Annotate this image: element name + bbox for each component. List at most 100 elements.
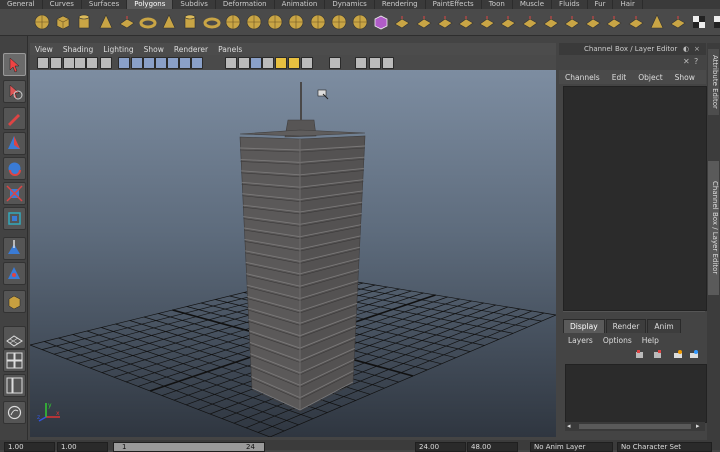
shadows-icon[interactable] xyxy=(288,57,300,69)
gate-mask-icon[interactable] xyxy=(155,57,167,69)
select-tool-icon[interactable] xyxy=(3,53,26,76)
tab-render[interactable]: Render xyxy=(605,319,647,333)
reduce-icon[interactable] xyxy=(393,13,411,31)
split-polygon-icon[interactable] xyxy=(478,13,496,31)
quadrangulate-icon[interactable] xyxy=(669,13,687,31)
poly-sphere-icon[interactable] xyxy=(33,13,51,31)
viewport-menu-panels[interactable]: Panels xyxy=(213,45,247,54)
shelf-tab-fluids[interactable]: Fluids xyxy=(552,0,588,9)
film-gate-icon[interactable] xyxy=(131,57,143,69)
shelf-tab-surfaces[interactable]: Surfaces xyxy=(82,0,128,9)
panel-divider[interactable] xyxy=(563,311,705,318)
append-polygon-icon[interactable] xyxy=(457,13,475,31)
tab-anim[interactable]: Anim xyxy=(647,319,681,333)
fill-hole-icon[interactable] xyxy=(436,13,454,31)
wireframe-icon[interactable] xyxy=(225,57,237,69)
poke-face-icon[interactable] xyxy=(605,13,623,31)
viewport-menu-view[interactable]: View xyxy=(30,45,58,54)
image-plane-icon[interactable] xyxy=(74,57,86,69)
bool-intersection-icon[interactable] xyxy=(351,13,369,31)
end-time-field[interactable]: 48.00 xyxy=(467,442,518,452)
create-empty-layer-icon[interactable] xyxy=(635,350,645,359)
pin-icon[interactable]: ✕ xyxy=(683,57,690,66)
xray-joints-icon[interactable] xyxy=(369,57,381,69)
automatic-mapping-icon[interactable] xyxy=(711,13,720,31)
grease-pencil-icon[interactable] xyxy=(100,57,112,69)
shelf-tab-subdivs[interactable]: Subdivs xyxy=(173,0,216,9)
shelf-tab-muscle[interactable]: Muscle xyxy=(513,0,553,9)
create-anim-layer-icon[interactable] xyxy=(689,350,699,359)
channel-box-menu-channels[interactable]: Channels xyxy=(559,73,606,82)
field-chart-icon[interactable] xyxy=(167,57,179,69)
insert-edge-loop-icon[interactable] xyxy=(499,13,517,31)
safe-title-icon[interactable] xyxy=(191,57,203,69)
viewport-menu-shading[interactable]: Shading xyxy=(58,45,98,54)
lasso-tool-icon[interactable] xyxy=(3,80,26,103)
perspective-viewport[interactable]: xy z xyxy=(30,70,556,437)
layer-menu-layers[interactable]: Layers xyxy=(563,336,598,345)
rotate-tool-icon[interactable] xyxy=(3,157,26,180)
poly-soccer-ball-icon[interactable] xyxy=(224,13,242,31)
create-render-layer-icon[interactable] xyxy=(673,350,683,359)
soft-modification-icon[interactable] xyxy=(3,237,26,260)
merge-vertices-icon[interactable] xyxy=(584,13,602,31)
mirror-geometry-icon[interactable] xyxy=(415,13,433,31)
layer-list-scrollbar[interactable]: ◂ ▸ xyxy=(565,422,705,431)
channel-box-area[interactable] xyxy=(563,86,707,311)
shelf-tab-animation[interactable]: Animation xyxy=(275,0,326,9)
textured-icon[interactable] xyxy=(262,57,274,69)
single-perspective-layout-icon[interactable] xyxy=(3,326,26,349)
range-slider-bar[interactable]: 1 24 xyxy=(113,442,265,452)
tab-channel-box-layer-editor[interactable]: Channel Box / Layer Editor xyxy=(708,161,719,295)
safe-action-icon[interactable] xyxy=(179,57,191,69)
poly-cylinder-icon[interactable] xyxy=(75,13,93,31)
perspective-outliner-layout-icon[interactable] xyxy=(3,374,26,397)
use-all-lights-icon[interactable] xyxy=(275,57,287,69)
grid-icon[interactable] xyxy=(118,57,130,69)
playback-start-field[interactable]: 1.00 xyxy=(57,442,108,452)
bool-union-icon[interactable] xyxy=(309,13,327,31)
isolate-select-icon[interactable] xyxy=(329,57,341,69)
wedge-face-icon[interactable] xyxy=(627,13,645,31)
settings-icon[interactable]: ◐ xyxy=(683,43,689,55)
wireframe-on-shaded-icon[interactable] xyxy=(250,57,262,69)
layer-menu-help[interactable]: Help xyxy=(637,336,664,345)
extract-icon[interactable] xyxy=(287,13,305,31)
move-tool-icon[interactable] xyxy=(3,132,26,155)
viewport-menu-renderer[interactable]: Renderer xyxy=(169,45,213,54)
select-camera-icon[interactable] xyxy=(37,57,49,69)
bridge-icon[interactable] xyxy=(542,13,560,31)
smooth-shade-icon[interactable] xyxy=(238,57,250,69)
shelf-tab-painteffects[interactable]: PaintEffects xyxy=(426,0,482,9)
poly-cube-icon[interactable] xyxy=(54,13,72,31)
poly-helix-icon[interactable] xyxy=(203,13,221,31)
poly-plane-icon[interactable] xyxy=(118,13,136,31)
xray-icon[interactable] xyxy=(355,57,367,69)
tab-display[interactable]: Display xyxy=(563,319,605,333)
shelf-tab-toon[interactable]: Toon xyxy=(482,0,513,9)
playback-end-field[interactable]: 24.00 xyxy=(415,442,466,452)
bool-difference-icon[interactable] xyxy=(330,13,348,31)
create-layer-from-selected-icon[interactable] xyxy=(653,350,663,359)
poly-pipe-icon[interactable] xyxy=(181,13,199,31)
anim-layer-dropdown[interactable]: No Anim Layer xyxy=(530,442,613,452)
paint-select-tool-icon[interactable] xyxy=(3,107,26,130)
planar-mapping-icon[interactable] xyxy=(690,13,708,31)
combine-icon[interactable] xyxy=(245,13,263,31)
shelf-tab-curves[interactable]: Curves xyxy=(43,0,82,9)
bevel-icon[interactable] xyxy=(563,13,581,31)
resolution-gate-icon[interactable] xyxy=(143,57,155,69)
hypershade-layout-icon[interactable] xyxy=(3,401,26,424)
separate-icon[interactable] xyxy=(266,13,284,31)
scrollbar-thumb[interactable] xyxy=(579,424,691,429)
scroll-right-icon[interactable]: ▸ xyxy=(696,422,700,430)
shelf-tab-dynamics[interactable]: Dynamics xyxy=(325,0,375,9)
building-mesh[interactable] xyxy=(239,82,366,413)
last-tool-icon[interactable] xyxy=(3,290,26,313)
layer-list[interactable] xyxy=(565,364,707,423)
close-icon[interactable]: × xyxy=(694,43,700,55)
xray-active-components-icon[interactable] xyxy=(382,57,394,69)
help-icon[interactable]: ? xyxy=(694,57,698,66)
viewport-menu-show[interactable]: Show xyxy=(139,45,169,54)
triangulate-icon[interactable] xyxy=(648,13,666,31)
